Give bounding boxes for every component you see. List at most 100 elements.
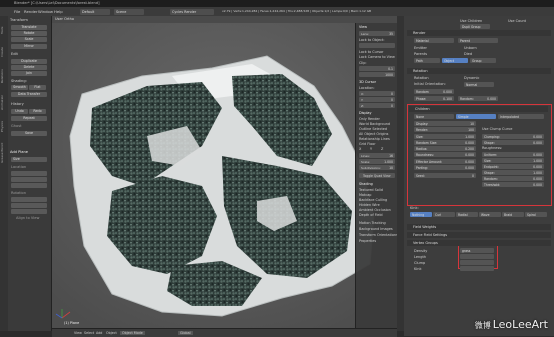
emitter-checkbox[interactable]: Emitter xyxy=(414,46,427,50)
kink-braid-tab[interactable]: Braid xyxy=(502,212,524,217)
motion-tracking-header[interactable]: Motion Tracking xyxy=(359,221,386,225)
repeat-button[interactable]: Repeat xyxy=(11,116,47,121)
lines-field[interactable]: Lines: 16 xyxy=(359,153,395,158)
menu-help[interactable]: Help xyxy=(54,9,63,14)
properties-header[interactable]: Properties xyxy=(359,239,376,243)
rough-threshold-field[interactable]: Threshold: 0.000 xyxy=(482,182,544,187)
use-children-checkbox[interactable]: Use Children xyxy=(460,19,482,23)
orientation-random-field[interactable]: Random 0.000 xyxy=(414,89,454,94)
flat-button[interactable]: Flat xyxy=(29,85,46,90)
axis-z-toggle[interactable]: Z xyxy=(381,147,383,151)
force-settings-header[interactable]: Force Field Settings xyxy=(407,232,551,238)
smooth-button[interactable]: Smooth xyxy=(11,85,28,90)
phase-field[interactable]: Phase: 0.100 xyxy=(414,96,454,101)
clump-shape-field[interactable]: Shape: 0.000 xyxy=(482,140,544,145)
length-vertex-group-field[interactable] xyxy=(460,254,494,259)
density-vertex-group-field[interactable]: grass xyxy=(460,248,494,253)
axis-y-toggle[interactable]: Y xyxy=(370,147,372,151)
pivot-dropdown[interactable]: Global xyxy=(178,331,193,335)
matcap-checkbox[interactable]: Matcap xyxy=(359,193,371,197)
tab-animation[interactable]: Animation xyxy=(0,90,8,114)
kink-wave-tab[interactable]: Wave xyxy=(479,212,501,217)
join-button[interactable]: Join xyxy=(11,71,47,76)
clump-vertex-group-field[interactable] xyxy=(460,260,494,265)
clip-start-field[interactable]: 0.1 xyxy=(359,66,395,71)
children-simple-tab[interactable]: Simple xyxy=(456,114,496,119)
kink-nothing-tab[interactable]: Nothing xyxy=(410,212,432,217)
grid-floor-checkbox[interactable]: Grid Floor xyxy=(359,142,376,146)
random-size-field[interactable]: Random Size: 0.000 xyxy=(414,140,476,145)
field-weights-header[interactable]: Field Weights xyxy=(407,224,551,230)
parents-checkbox[interactable]: Parents xyxy=(414,52,427,56)
menu-add[interactable]: Add xyxy=(96,331,102,335)
undo-button[interactable]: Undo xyxy=(11,109,28,114)
dupli-group-field[interactable]: Dupli Group xyxy=(460,24,490,29)
kink-spiral-tab[interactable]: Spiral xyxy=(525,212,547,217)
duplicate-button[interactable]: Duplicate xyxy=(11,59,47,64)
lock-camera-checkbox[interactable]: Lock Camera to View xyxy=(359,55,395,59)
scale-button[interactable]: Scale xyxy=(11,37,47,42)
grid-scale-field[interactable]: Scale: 1.000 xyxy=(359,159,395,164)
roundness-field[interactable]: Roundness: 0.000 xyxy=(414,152,476,157)
location-y-field[interactable] xyxy=(11,177,47,182)
all-origins-checkbox[interactable]: All Object Origins xyxy=(359,132,388,136)
vertex-groups-header[interactable]: Vertex Groups xyxy=(407,240,551,246)
menu-object[interactable]: Object xyxy=(106,331,117,335)
depth-of-field-checkbox[interactable]: Depth of Field xyxy=(359,213,383,217)
lock-object-field[interactable] xyxy=(359,43,395,48)
rotation-panel-header[interactable]: Rotation xyxy=(407,68,551,74)
mode-dropdown[interactable]: Object Mode xyxy=(120,331,145,335)
rotation-z-field[interactable] xyxy=(11,209,47,214)
cursor-x-field[interactable]: X: 0 xyxy=(359,91,395,96)
render-panel-header[interactable]: Render xyxy=(407,30,551,36)
use-count-checkbox[interactable]: Use Count xyxy=(508,19,526,23)
cursor-z-field[interactable]: Z: 0 xyxy=(359,103,395,108)
parting-field[interactable]: Parting: 0.000 xyxy=(414,165,476,170)
child-seed-field[interactable]: Seed: 0 xyxy=(414,173,476,178)
3d-viewport[interactable] xyxy=(52,16,397,331)
location-z-field[interactable] xyxy=(11,183,47,188)
delete-button[interactable]: Delete xyxy=(11,65,47,70)
align-to-view-label[interactable]: Align to View xyxy=(16,216,39,220)
menu-view[interactable]: View xyxy=(74,331,82,335)
rotation-y-field[interactable] xyxy=(11,203,47,208)
rotation-x-field[interactable] xyxy=(11,197,47,202)
dynamic-checkbox[interactable]: Dynamic xyxy=(464,76,479,80)
transform-orientations-header[interactable]: Transform Orientations xyxy=(359,233,398,237)
render-group-button[interactable]: Group xyxy=(470,58,496,63)
engine-dropdown[interactable]: Cycles Render xyxy=(170,8,214,15)
effector-amount-field[interactable]: Effector Amount: 0.000 xyxy=(414,159,476,164)
kink-curl-tab[interactable]: Curl xyxy=(433,212,455,217)
rough-shape-field[interactable]: Shape: 1.000 xyxy=(482,170,544,175)
tab-tools[interactable]: Tools xyxy=(0,20,8,40)
translate-button[interactable]: Translate xyxy=(11,25,47,30)
rotation-checkbox[interactable]: Rotation xyxy=(414,76,429,80)
menu-select[interactable]: Select xyxy=(84,331,94,335)
rough-uniform-field[interactable]: Uniform: 0.000 xyxy=(482,152,544,157)
toggle-quad-view-button[interactable]: Toggle Quad View xyxy=(359,173,395,178)
size-field[interactable]: Size xyxy=(11,157,47,162)
cursor-y-field[interactable]: Y: 0 xyxy=(359,97,395,102)
tab-grease-pencil[interactable]: Grease Pencil xyxy=(0,138,8,168)
clip-end-field[interactable]: 1000 xyxy=(359,72,395,77)
axis-x-toggle[interactable]: X xyxy=(359,147,361,151)
world-background-checkbox[interactable]: World Background xyxy=(359,122,390,126)
rough-random-field[interactable]: Random: 0.000 xyxy=(482,176,544,181)
radius-field[interactable]: Radius: 0.200 xyxy=(414,146,476,151)
only-render-checkbox[interactable]: Only Render xyxy=(359,117,380,121)
mirror-button[interactable]: Mirror xyxy=(11,44,47,49)
children-none-tab[interactable]: None xyxy=(414,114,454,119)
child-size-field[interactable]: Size: 1.000 xyxy=(414,134,476,139)
data-transfer-button[interactable]: Data Transfer xyxy=(11,92,47,97)
save-button[interactable]: Save xyxy=(11,131,47,136)
redo-button[interactable]: Redo xyxy=(29,109,46,114)
tab-relations[interactable]: Relations xyxy=(0,64,8,88)
child-display-field[interactable]: Display: 10 xyxy=(414,121,476,126)
textured-solid-checkbox[interactable]: Textured Solid xyxy=(359,188,383,192)
parent-field[interactable]: Parent xyxy=(458,38,498,43)
kink-radial-tab[interactable]: Radial xyxy=(456,212,478,217)
relationship-lines-checkbox[interactable]: Relationship Lines xyxy=(359,137,390,141)
rough-size-field[interactable]: Size: 1.000 xyxy=(482,158,544,163)
use-clump-curve-checkbox[interactable]: Use Clump Curve xyxy=(482,127,512,131)
menu-file[interactable]: File xyxy=(14,9,20,14)
